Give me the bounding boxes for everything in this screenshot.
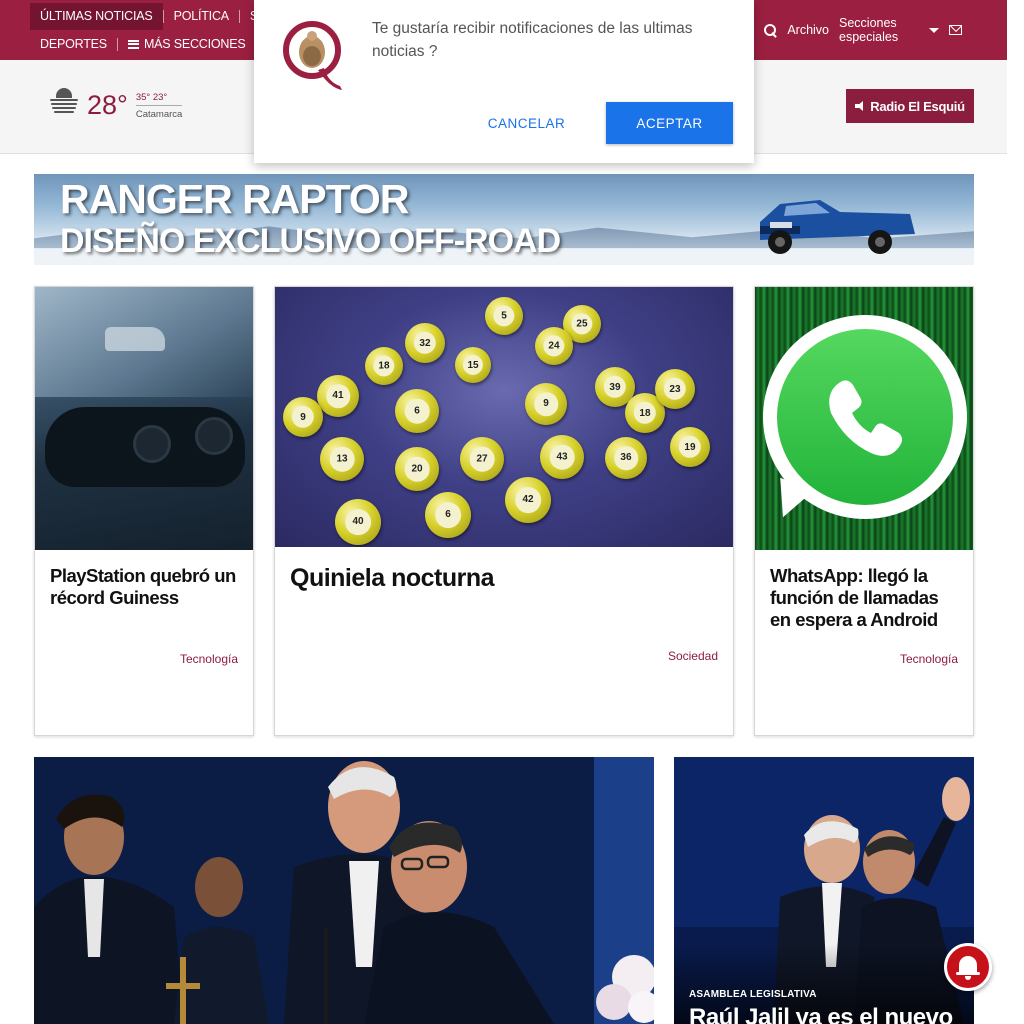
lottery-ball: 13	[320, 437, 364, 481]
lottery-ball-number: 42	[515, 487, 541, 513]
banner-headline: RANGER RAPTOR	[60, 176, 409, 222]
news-card-playstation[interactable]: PlayStation quebró un récord Guiness Tec…	[34, 286, 254, 736]
pickup-truck-image	[760, 200, 915, 254]
lottery-ball-number: 43	[549, 444, 575, 470]
lottery-ball-number: 18	[633, 401, 657, 425]
ad-banner[interactable]: RANGER RAPTOR DISEÑO EXCLUSIVO OFF-ROAD	[34, 174, 974, 265]
notification-permission-dialog: Te gustaría recibir notificaciones de la…	[254, 0, 754, 163]
feature-photo-ceremony[interactable]	[34, 757, 654, 1024]
lottery-ball-number: 20	[404, 456, 430, 482]
archivo-link[interactable]: Archivo	[787, 23, 829, 37]
nav-item-mas-secciones[interactable]: MÁS SECCIONES	[118, 31, 256, 58]
lottery-ball: 19	[670, 427, 710, 467]
bell-icon-clapper	[965, 976, 971, 980]
lottery-ball: 20	[395, 447, 439, 491]
hamburger-menu-icon	[127, 39, 139, 49]
lottery-ball: 36	[605, 437, 647, 479]
lottery-ball-number: 41	[326, 384, 350, 408]
lottery-ball-number: 27	[469, 446, 495, 472]
story-kicker[interactable]: ASAMBLEA LEGISLATIVA	[689, 989, 817, 1000]
lottery-ball-number: 32	[413, 331, 437, 355]
card-title[interactable]: Quiniela nocturna	[290, 563, 718, 593]
card-image-lottery-balls: 25 32 5 15 41 39 6 9 18 20 27 43 13 42 6 40 36 23 18 24 9 19	[275, 287, 733, 547]
mas-secciones-label: MÁS SECCIONES	[143, 36, 246, 51]
mail-icon[interactable]	[949, 25, 962, 35]
card-title[interactable]: WhatsApp: llegó la función de llamadas e…	[770, 565, 958, 631]
weather-city: Catamarca	[135, 109, 183, 120]
radio-button-label: Radio El Esquiú	[870, 98, 965, 114]
lottery-ball: 6	[425, 492, 471, 538]
weather-haze-icon	[50, 88, 78, 114]
nav-item-deportes[interactable]: DEPORTES	[30, 31, 117, 58]
chevron-down-icon[interactable]	[929, 27, 939, 33]
card-image-playstation	[35, 287, 253, 550]
lottery-ball: 15	[455, 347, 491, 383]
notification-bell-button[interactable]	[944, 943, 992, 991]
card-image-whatsapp	[755, 287, 973, 550]
ceremony-photo	[34, 757, 654, 1024]
site-logo	[283, 21, 342, 90]
lottery-ball: 24	[535, 327, 573, 365]
lottery-ball: 6	[395, 389, 439, 433]
lottery-ball: 9	[525, 383, 567, 425]
cancel-button[interactable]: CANCELAR	[469, 102, 584, 144]
news-card-whatsapp[interactable]: WhatsApp: llegó la función de llamadas e…	[754, 286, 974, 736]
card-title[interactable]: PlayStation quebró un récord Guiness	[50, 565, 238, 609]
lottery-ball-number: 19	[678, 435, 702, 459]
story-headline[interactable]: Raúl Jalil ya es el nuevo	[689, 1004, 953, 1024]
lottery-ball: 42	[505, 477, 551, 523]
lottery-ball: 41	[317, 375, 359, 417]
phone-icon	[829, 380, 902, 456]
accept-button[interactable]: ACEPTAR	[606, 102, 733, 144]
lottery-ball-number: 15	[462, 354, 484, 376]
temperature-detail: 35° 23° Catamarca	[135, 92, 183, 120]
lottery-ball-number: 24	[543, 335, 565, 357]
lottery-ball: 27	[460, 437, 504, 481]
temperature-max: 35°	[135, 92, 151, 103]
lottery-ball-number: 36	[614, 446, 638, 470]
lottery-ball-number: 23	[663, 377, 687, 401]
card-category[interactable]: Tecnología	[180, 652, 238, 666]
weather-widget: 28° 35° 23° Catamarca	[50, 88, 182, 120]
notification-message: Te gustaría recibir notificaciones de la…	[372, 20, 693, 60]
lottery-ball-number: 25	[571, 313, 593, 335]
bell-icon-base	[956, 972, 980, 975]
card-category[interactable]: Sociedad	[668, 649, 718, 663]
lottery-ball: 32	[405, 323, 445, 363]
lottery-ball: 43	[540, 435, 584, 479]
current-temperature: 28°	[87, 90, 128, 120]
lottery-ball: 18	[365, 347, 403, 385]
lottery-ball: 23	[655, 369, 695, 409]
lottery-ball-number: 6	[435, 502, 461, 528]
lottery-ball-number: 39	[603, 375, 627, 399]
lottery-ball: 40	[335, 499, 381, 545]
nav-row-secondary: DEPORTES MÁS SECCIONES	[30, 31, 257, 57]
lottery-ball: 9	[283, 397, 323, 437]
lottery-ball-number: 5	[493, 305, 515, 327]
lottery-ball-number: 40	[345, 509, 371, 535]
nav-right-tools: Archivo Secciones especiales	[764, 0, 962, 60]
temperature-min: 23°	[152, 92, 168, 103]
nav-item-politica[interactable]: POLÍTICA	[164, 3, 239, 30]
lottery-ball-number: 9	[534, 392, 558, 416]
nav-item-ultimas-noticias[interactable]: ÚLTIMAS NOTICIAS	[30, 3, 163, 30]
lottery-ball: 5	[485, 297, 523, 335]
speaker-icon	[855, 101, 866, 111]
news-card-quiniela[interactable]: 25 32 5 15 41 39 6 9 18 20 27 43 13 42 6 40 36 23 18 24 9 19 …	[274, 286, 734, 736]
secciones-especiales-link[interactable]: Secciones especiales	[839, 16, 909, 44]
card-category[interactable]: Tecnología	[900, 652, 958, 666]
lottery-ball-number: 13	[329, 446, 355, 472]
search-icon[interactable]	[764, 23, 777, 37]
feature-story-asamblea[interactable]: ASAMBLEA LEGISLATIVA Raúl Jalil ya es el…	[674, 757, 974, 1024]
banner-subheadline: DISEÑO EXCLUSIVO OFF-ROAD	[60, 222, 561, 260]
lottery-ball-number: 9	[291, 405, 315, 429]
temperature-max-min: 35° 23°	[135, 92, 182, 106]
lottery-ball-number: 18	[373, 355, 395, 377]
radio-button[interactable]: Radio El Esquiú	[846, 89, 974, 123]
lottery-ball-number: 6	[404, 398, 430, 424]
